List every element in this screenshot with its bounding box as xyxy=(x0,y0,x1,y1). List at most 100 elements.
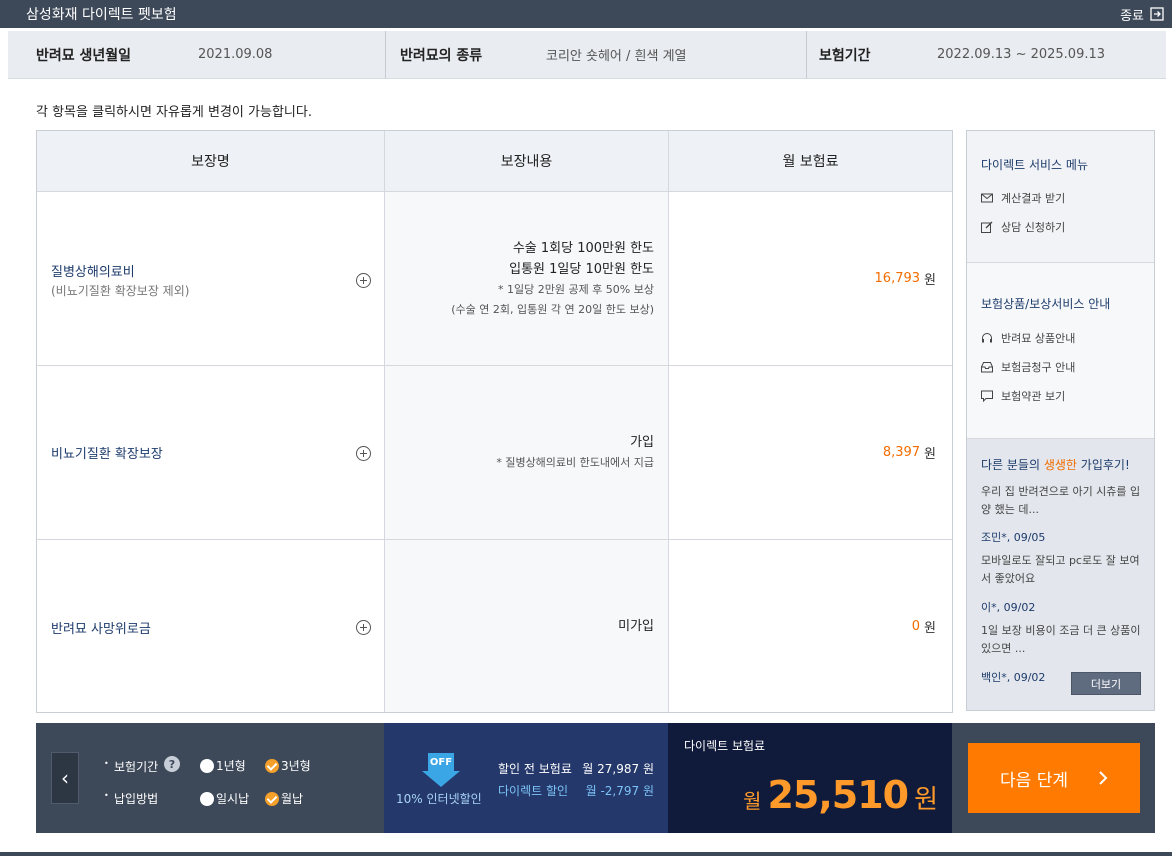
header-coverage-name: 보장명 xyxy=(37,131,385,191)
before-discount-value: 월 27,987 원 xyxy=(582,762,654,776)
reviews-section: 다른 분들의 생생한 가입후기! 우리 집 반려견으로 아기 시츄를 입양 했는… xyxy=(967,439,1154,710)
radio-icon xyxy=(200,791,214,806)
premium-unit: 원 xyxy=(924,273,936,288)
direct-service-menu: 다이렉트 서비스 메뉴 계산결과 받기 상담 신청하기 xyxy=(967,131,1154,263)
title-highlight: 생생한 xyxy=(1043,458,1077,472)
menu-label: 반려묘 상품안내 xyxy=(1001,332,1076,345)
menu-consult[interactable]: 상담 신청하기 xyxy=(981,219,1065,235)
option-label: 3년형 xyxy=(281,759,311,773)
headset-icon xyxy=(982,333,992,343)
close-button[interactable]: 종료 xyxy=(1120,5,1164,24)
exit-icon xyxy=(1150,7,1164,21)
radio-checked-icon xyxy=(265,791,279,806)
period-info[interactable]: 보험기간 2022.09.13 ~ 2025.09.13 xyxy=(807,31,1166,78)
menu-label: 계산결과 받기 xyxy=(1001,192,1066,205)
close-label: 종료 xyxy=(1120,8,1144,24)
coverage-note: * 1일당 2만원 공제 후 50% 보상 xyxy=(497,282,654,296)
options-panel: ‹ 보험기간 ? 1년형 3년형 납입방법 일시납 월납 xyxy=(36,723,384,833)
expand-plus-icon[interactable] xyxy=(356,273,371,288)
discount-panel: OFF 10% 인터넷할인 할인 전 보험료 월 27,987 원 다이렉트 할… xyxy=(384,723,668,833)
mail-icon xyxy=(981,193,993,203)
coverage-table: 보장명 보장내용 월 보험료 질병상해의료비 (비뇨기질환 확장보장 제외) 수… xyxy=(36,130,953,713)
edit-icon xyxy=(981,221,993,233)
product-service-guide: 보험상품/보상서비스 안내 반려묘 상품안내 보험금청구 안내 보험약관 보기 xyxy=(967,263,1154,439)
period-option-3y[interactable]: 3년형 xyxy=(265,757,311,774)
help-icon[interactable]: ? xyxy=(164,756,180,772)
menu-product-info[interactable]: 반려묘 상품안내 xyxy=(981,330,1075,346)
header-monthly-premium: 월 보험료 xyxy=(782,154,839,170)
price-unit: 원 xyxy=(914,785,938,815)
coverage-detail-line: 입통원 1일당 10만원 한도 xyxy=(509,261,654,277)
price-prefix: 월 xyxy=(743,789,762,813)
review-text[interactable]: 1일 보장 비용이 조금 더 큰 상품이 있으면 ... xyxy=(981,622,1143,658)
chevron-left-icon: ‹ xyxy=(61,766,69,790)
premium-amount: 16,793 xyxy=(874,271,921,286)
coverage-sub: (비뇨기질환 확장보장 제외) xyxy=(51,284,190,298)
bottom-edge xyxy=(0,852,1172,856)
section-title: 다이렉트 서비스 메뉴 xyxy=(981,158,1088,172)
period-label: 보험기간 xyxy=(819,47,871,64)
expand-plus-icon[interactable] xyxy=(356,446,371,461)
premium-amount: 8,397 xyxy=(882,445,921,460)
birth-value: 2021.09.08 xyxy=(198,47,273,62)
breed-info[interactable]: 반려묘의 종류 코리안 숏헤어 / 흰색 계열 xyxy=(386,31,806,78)
breed-label: 반려묘의 종류 xyxy=(400,47,483,64)
period-option-1y[interactable]: 1년형 xyxy=(200,757,246,774)
header-coverage-detail: 보장내용 xyxy=(385,131,669,191)
next-label: 다음 단계 xyxy=(1000,770,1068,791)
table-row[interactable]: 질병상해의료비 (비뇨기질환 확장보장 제외) 수술 1회당 100만원 한도 … xyxy=(37,192,952,366)
payment-option-label: 납입방법 xyxy=(104,790,158,807)
premium-unit: 원 xyxy=(924,620,936,636)
review-text[interactable]: 우리 집 반려견으로 아기 시츄를 입양 했는 데... xyxy=(981,483,1143,519)
section-title: 보험상품/보상서비스 안내 xyxy=(981,297,1111,311)
menu-claim-info[interactable]: 보험금청구 안내 xyxy=(981,359,1075,375)
final-price-panel: 다이렉트 보험료 월 25,510 원 xyxy=(668,723,952,833)
radio-icon xyxy=(200,758,214,773)
coverage-name: 질병상해의료비 xyxy=(51,265,135,280)
coverage-name: 비뇨기질환 확장보장 xyxy=(51,447,163,462)
radio-checked-icon xyxy=(265,758,279,773)
prev-button[interactable]: ‹ xyxy=(51,752,79,804)
review-author: 이*, 09/02 xyxy=(981,601,1036,614)
coverage-detail-line: 수술 1회당 100만원 한도 xyxy=(512,240,654,256)
summary-bar: 반려묘 생년월일 2021.09.08 반려묘의 종류 코리안 숏헤어 / 흰색… xyxy=(8,31,1166,79)
inbox-icon xyxy=(981,362,993,373)
menu-terms[interactable]: 보험약관 보기 xyxy=(981,388,1065,404)
before-discount-label: 할인 전 보험료 xyxy=(498,762,572,776)
period-value: 2022.09.13 ~ 2025.09.13 xyxy=(937,47,1106,62)
payment-option-monthly[interactable]: 월납 xyxy=(265,790,303,807)
chevron-right-icon xyxy=(1099,771,1108,785)
option-label: 일시납 xyxy=(216,792,250,806)
service-sidebar: 다이렉트 서비스 메뉴 계산결과 받기 상담 신청하기 보험상품/보상서비스 안… xyxy=(966,130,1155,711)
review-text[interactable]: 모바일로도 잘되고 pc로도 잘 보여서 좋았어요 xyxy=(981,552,1143,588)
coverage-detail-line: 미가입 xyxy=(618,618,654,634)
payment-option-lump[interactable]: 일시납 xyxy=(200,790,249,807)
title-part: 다른 분들의 xyxy=(981,458,1044,472)
bottom-bar: ‹ 보험기간 ? 1년형 3년형 납입방법 일시납 월납 OFF 10% 인터넷… xyxy=(36,723,1155,833)
birth-info[interactable]: 반려묘 생년월일 2021.09.08 xyxy=(8,31,385,78)
price-title: 다이렉트 보험료 xyxy=(684,739,766,753)
more-reviews-button[interactable]: 더보기 xyxy=(1071,672,1141,695)
expand-plus-icon[interactable] xyxy=(356,620,371,635)
next-panel: 다음 단계 xyxy=(952,723,1155,833)
next-step-button[interactable]: 다음 단계 xyxy=(968,743,1140,813)
coverage-detail-line: 가입 xyxy=(630,435,654,450)
menu-calc-result[interactable]: 계산결과 받기 xyxy=(981,190,1065,206)
down-arrow-icon: OFF xyxy=(420,753,462,787)
section-title: 다른 분들의 생생한 가입후기! xyxy=(981,456,1130,473)
menu-label: 상담 신청하기 xyxy=(1001,221,1066,234)
table-header: 보장명 보장내용 월 보험료 xyxy=(37,131,952,192)
final-price: 월 25,510 원 xyxy=(743,773,938,817)
chat-icon xyxy=(981,390,993,402)
title-part: 가입후기! xyxy=(1076,458,1130,472)
table-row[interactable]: 비뇨기질환 확장보장 가입 * 질병상해의료비 한도내에서 지급 8,397 원 xyxy=(37,366,952,540)
table-row[interactable]: 반려묘 사망위로금 미가입 0 원 xyxy=(37,540,952,712)
window-title: 삼성화재 다이렉트 펫보험 xyxy=(26,7,177,23)
review-author: 조민*, 09/05 xyxy=(981,531,1046,544)
breed-value: 코리안 숏헤어 / 흰색 계열 xyxy=(546,49,687,64)
price-value: 25,510 xyxy=(767,773,909,817)
menu-label: 보험약관 보기 xyxy=(1001,390,1066,403)
coverage-name: 반려묘 사망위로금 xyxy=(51,622,151,637)
direct-discount-label: 다이렉트 할인 xyxy=(498,784,569,798)
coverage-note: (수술 연 2회, 입통원 각 연 20일 한도 보상) xyxy=(451,302,654,316)
